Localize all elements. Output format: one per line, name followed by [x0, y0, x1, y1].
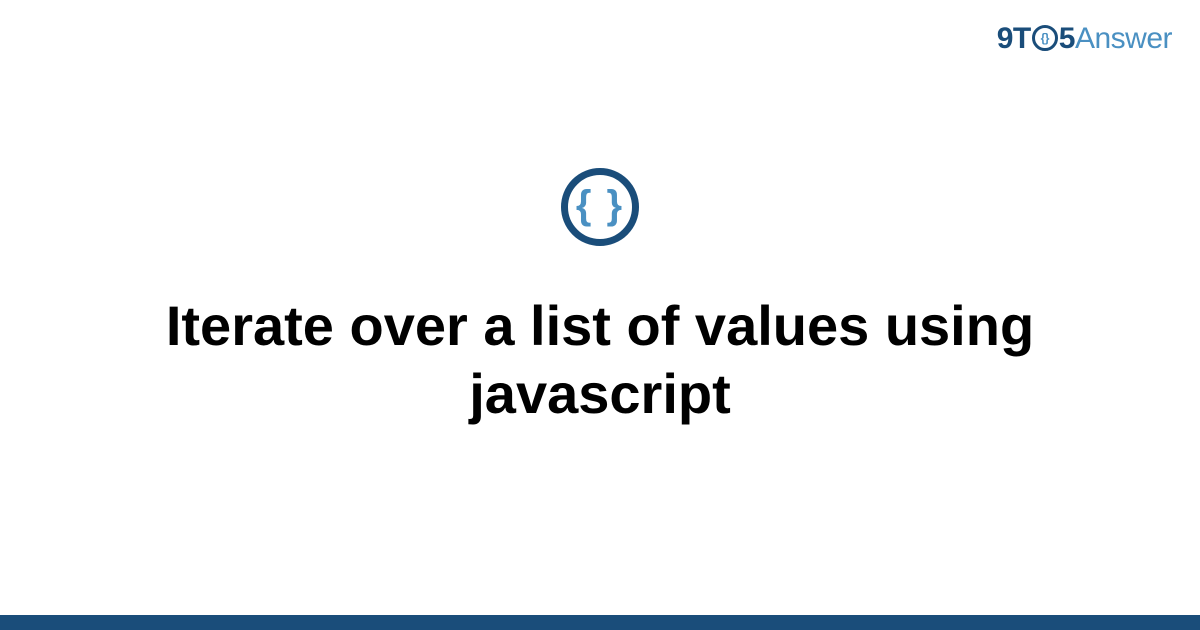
main-content: { } Iterate over a list of values using …: [0, 0, 1200, 615]
footer-bar: [0, 615, 1200, 630]
code-braces-icon: { }: [561, 168, 639, 246]
braces-glyph: { }: [576, 185, 624, 225]
page-title: Iterate over a list of values using java…: [100, 292, 1100, 426]
